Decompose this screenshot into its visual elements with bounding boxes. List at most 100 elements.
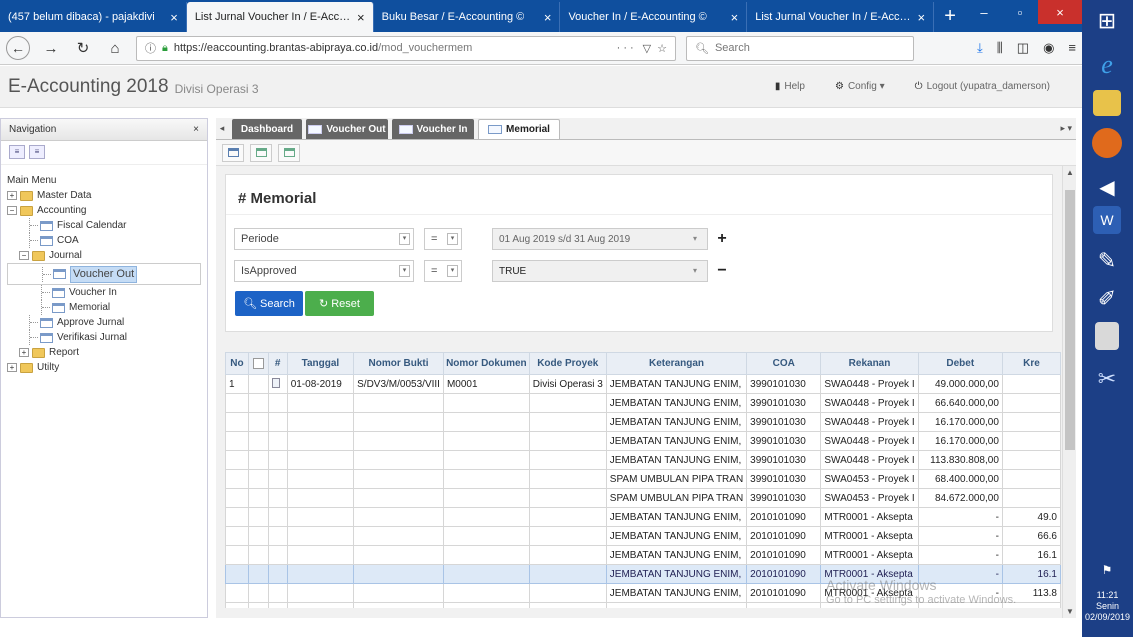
content-tab[interactable]: Voucher Out: [306, 119, 388, 139]
field-select[interactable]: IsApproved ▾: [234, 260, 414, 282]
scrollbar-thumb[interactable]: [1065, 190, 1075, 450]
account-icon[interactable]: ◉: [1043, 40, 1054, 56]
column-header[interactable]: #: [267, 352, 288, 375]
operator-select[interactable]: = ▾: [424, 228, 462, 250]
column-header[interactable]: Nomor Bukti: [353, 352, 444, 375]
expand-icon[interactable]: +: [19, 348, 29, 357]
content-tab[interactable]: Dashboard: [232, 119, 302, 139]
table-row[interactable]: JEMBATAN TANJUNG ENIM, 2010101090 MTR0001 …: [225, 507, 1061, 527]
maximize-icon[interactable]: ▫: [1002, 0, 1038, 24]
column-header[interactable]: Nomor Dokumen: [442, 352, 530, 375]
notes-icon[interactable]: ✐: [1090, 282, 1124, 316]
paint-icon[interactable]: ✎: [1090, 244, 1124, 278]
export-icon[interactable]: [250, 143, 272, 162]
ie-icon[interactable]: e: [1090, 48, 1124, 82]
content-tab[interactable]: Voucher In: [392, 119, 474, 139]
table-row[interactable]: 1 01-08-2019 S/DV3/M/0053/VIII M0001 Divisi …: [225, 374, 1061, 394]
close-tab-icon[interactable]: ×: [544, 10, 552, 25]
content-tab[interactable]: Memorial: [478, 119, 560, 139]
tray-icons[interactable]: ⚑: [1090, 560, 1124, 580]
value-select[interactable]: 01 Aug 2019 s/d 31 Aug 2019 ▾: [492, 228, 708, 250]
print-icon[interactable]: [278, 143, 300, 162]
table-row[interactable]: SPAM UMBULAN PIPA TRAN 3990101030 SWA0453 …: [225, 469, 1061, 489]
browser-tab[interactable]: Buku Besar / E-Accounting © ×: [374, 2, 561, 32]
field-select[interactable]: Periode ▾: [234, 228, 414, 250]
scroll-up-icon[interactable]: ▲: [1063, 168, 1077, 177]
close-window-icon[interactable]: ×: [1038, 0, 1083, 24]
tree-item[interactable]: Approve Jurnal: [7, 315, 201, 330]
remove-filter-button[interactable]: −: [712, 261, 732, 281]
window-icon[interactable]: [222, 143, 244, 162]
tree-item[interactable]: Voucher In: [7, 285, 201, 300]
file-explorer-icon[interactable]: [1093, 90, 1121, 116]
pocket-icon[interactable]: ▽: [643, 42, 651, 55]
document-icon[interactable]: [271, 377, 280, 388]
tree-item[interactable]: − Journal: [7, 248, 201, 263]
search-button[interactable]: 🔍︎ Search: [235, 291, 303, 316]
browser-tab[interactable]: (457 belum dibaca) - pajakdivi ×: [0, 2, 187, 32]
tree-item[interactable]: + Master Data: [7, 188, 201, 203]
document-icon[interactable]: [1095, 322, 1119, 350]
tab-menu-icon[interactable]: ▸ ▾: [1056, 117, 1076, 139]
select-all-checkbox[interactable]: [252, 357, 264, 369]
table-row[interactable]: JEMBATAN TANJUNG ENIM, 3990101030 SWA0448 …: [225, 431, 1061, 451]
forward-icon[interactable]: →: [40, 40, 62, 57]
column-header[interactable]: Rekanan: [820, 352, 919, 375]
column-header[interactable]: Kode Proyek: [528, 352, 607, 375]
navigation-close-icon[interactable]: ×: [193, 124, 199, 135]
library-icon[interactable]: ⫼: [997, 40, 1003, 56]
bookmark-star-icon[interactable]: ☆: [657, 42, 667, 55]
add-filter-button[interactable]: +: [712, 229, 732, 249]
column-header[interactable]: COA: [746, 352, 822, 375]
start-icon[interactable]: ⊞: [1090, 4, 1124, 38]
browser-tab[interactable]: Voucher In / E-Accounting © ×: [560, 2, 748, 32]
close-tab-icon[interactable]: ×: [357, 10, 365, 25]
system-clock[interactable]: 11:21 Senin 02/09/2019: [1082, 590, 1133, 623]
column-header[interactable]: Debet: [917, 352, 1003, 375]
firefox-icon[interactable]: [1092, 128, 1122, 158]
expand-icon[interactable]: +: [7, 191, 17, 200]
page-actions-icon[interactable]: ···: [617, 42, 637, 54]
table-row[interactable]: JEMBATAN TANJUNG ENIM, 3990101030 SWA0448 …: [225, 450, 1061, 470]
tree-item[interactable]: Memorial: [7, 300, 201, 315]
config-menu[interactable]: ⚙ Config ▾: [835, 81, 885, 92]
tree-item[interactable]: COA: [7, 233, 201, 248]
close-tab-icon[interactable]: ×: [731, 10, 739, 25]
content-scrollbar[interactable]: ▲ ▼: [1062, 166, 1076, 618]
sidebar-icon[interactable]: ◫: [1017, 40, 1029, 56]
browser-tab[interactable]: List Jurnal Voucher In / E-Accounti ×: [747, 2, 935, 32]
value-select[interactable]: TRUE ▾: [492, 260, 708, 282]
app-icon[interactable]: ◀: [1090, 170, 1124, 204]
expand-icon[interactable]: −: [19, 251, 29, 260]
table-row[interactable]: SPAM UMBULAN PIPA TRAN 3990101030 SWA0453 …: [225, 488, 1061, 508]
operator-select[interactable]: = ▾: [424, 260, 462, 282]
home-icon[interactable]: ⌂: [104, 40, 126, 57]
minimize-icon[interactable]: –: [966, 0, 1002, 24]
tree-item[interactable]: Verifikasi Jurnal: [7, 330, 201, 345]
menu-icon[interactable]: ≡: [1068, 40, 1076, 56]
expand-all-icon[interactable]: ≡: [9, 145, 25, 159]
column-header[interactable]: Tanggal: [286, 352, 355, 375]
new-tab-icon[interactable]: +: [934, 2, 966, 32]
table-row[interactable]: JEMBATAN TANJUNG ENIM, 3990101030 SWA0448 …: [225, 412, 1061, 432]
tree-item[interactable]: Voucher Out: [7, 263, 201, 285]
column-header[interactable]: [247, 352, 269, 375]
back-icon[interactable]: ←: [6, 36, 30, 60]
expand-icon[interactable]: +: [7, 363, 17, 372]
tree-item[interactable]: + Report: [7, 345, 201, 360]
scroll-down-icon[interactable]: ▼: [1063, 607, 1077, 616]
logout-link[interactable]: ⏻ Logout (yupatra_damerson): [915, 81, 1050, 92]
url-bar[interactable]: ⓘ 🔒︎ https://eaccounting.brantas-abipray…: [136, 35, 676, 61]
browser-tab[interactable]: List Jurnal Voucher In / E-Accounti ×: [186, 2, 374, 32]
word-icon[interactable]: W: [1093, 206, 1121, 234]
tree-item[interactable]: − Accounting: [7, 203, 201, 218]
column-header[interactable]: Kre: [1001, 352, 1061, 375]
expand-icon[interactable]: −: [7, 206, 17, 215]
download-icon[interactable]: ⤓: [977, 40, 983, 56]
table-row[interactable]: JEMBATAN TANJUNG ENIM, 2010101090 MTR0001 …: [225, 526, 1061, 546]
browser-search-input[interactable]: 🔍︎ Search: [686, 35, 914, 61]
reset-button[interactable]: ↻ Reset: [305, 291, 374, 316]
collapse-all-icon[interactable]: ≡: [29, 145, 45, 159]
help-link[interactable]: ▮ Help: [775, 81, 805, 92]
table-row[interactable]: JEMBATAN TANJUNG ENIM, 2010101090 MTR0001 …: [225, 545, 1061, 565]
